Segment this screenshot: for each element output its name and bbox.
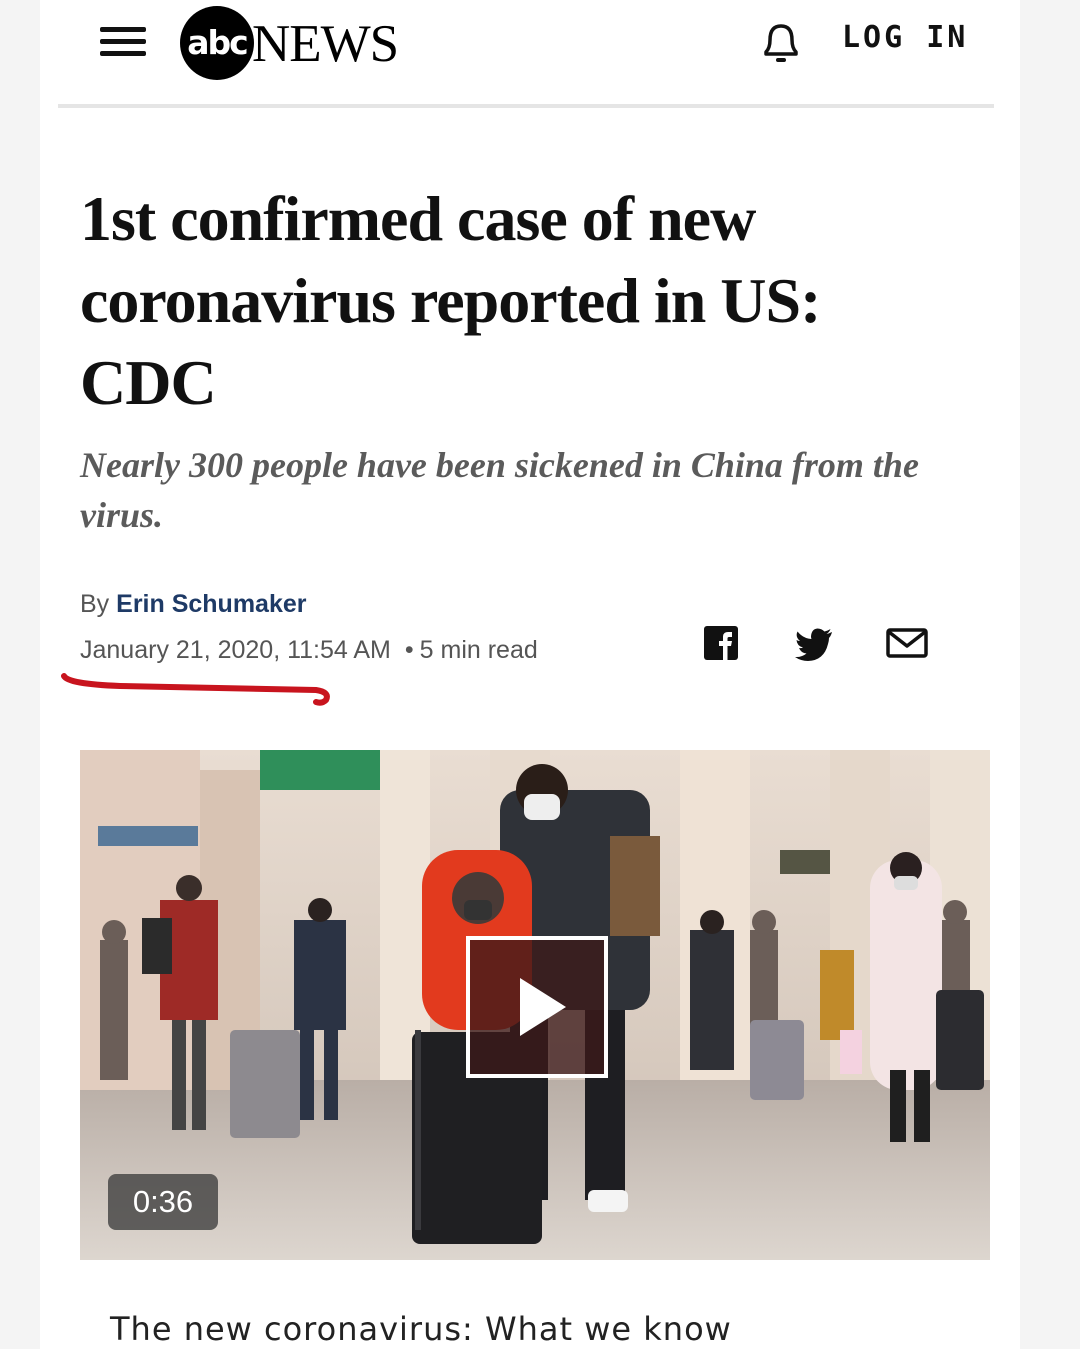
- facebook-icon[interactable]: [704, 624, 740, 662]
- article-page: abc NEWS LOG IN 1st confirmed case of ne…: [40, 0, 1020, 1349]
- byline: By Erin Schumaker: [80, 590, 307, 619]
- notification-bell-icon[interactable]: [758, 18, 804, 66]
- video-caption: The new coronavirus: What we know: [110, 1310, 732, 1348]
- abc-logo-mark: abc: [180, 6, 254, 80]
- article-headline: 1st confirmed case of new coronavirus re…: [80, 183, 821, 418]
- play-button[interactable]: [466, 936, 608, 1078]
- login-button[interactable]: LOG IN: [842, 20, 968, 55]
- top-navigation-bar: abc NEWS LOG IN: [58, 0, 994, 108]
- twitter-icon[interactable]: [794, 624, 834, 662]
- read-time: 5 min read: [419, 636, 538, 664]
- news-logo-text: NEWS: [252, 15, 399, 73]
- article-subheadline: Nearly 300 people have been sickened in …: [80, 445, 919, 535]
- red-annotation-underline: [61, 673, 330, 706]
- video-duration-badge: 0:36: [108, 1174, 218, 1230]
- publish-info: January 21, 2020, 11:54 AM • 5 min read: [80, 636, 538, 665]
- abc-news-logo[interactable]: abc NEWS: [180, 6, 440, 82]
- publish-date: January 21, 2020, 11:54 AM: [80, 636, 391, 664]
- video-player[interactable]: 0:36: [80, 750, 990, 1260]
- byline-prefix: By: [80, 590, 110, 618]
- hamburger-menu-icon[interactable]: [100, 24, 148, 58]
- meta-separator: •: [404, 636, 414, 664]
- author-link[interactable]: Erin Schumaker: [116, 590, 306, 618]
- email-icon[interactable]: [886, 624, 928, 662]
- play-icon: [520, 978, 566, 1036]
